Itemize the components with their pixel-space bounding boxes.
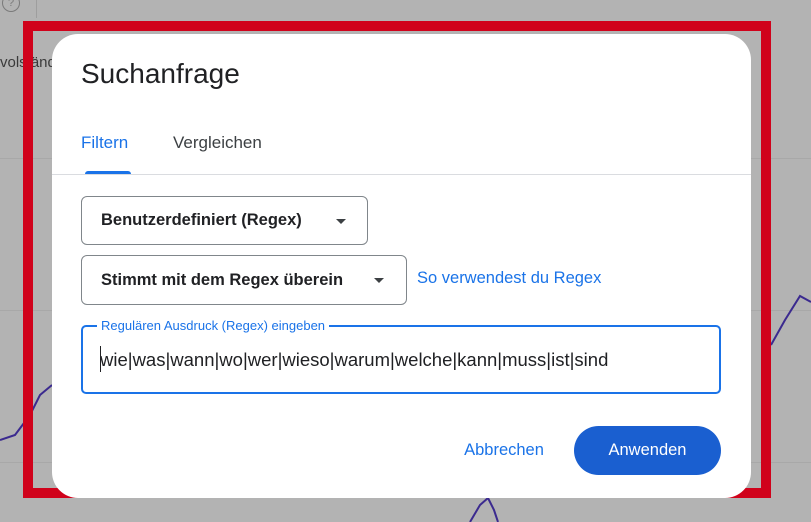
match-type-dropdown[interactable]: Stimmt mit dem Regex überein xyxy=(81,255,407,305)
cancel-button[interactable]: Abbrechen xyxy=(449,430,559,470)
filter-type-value: Benutzerdefiniert (Regex) xyxy=(101,211,302,229)
apply-button[interactable]: Anwenden xyxy=(574,426,721,475)
regex-field[interactable]: Regulären Ausdruck (Regex) eingeben xyxy=(81,318,721,394)
regex-input[interactable] xyxy=(100,345,700,375)
dropdown-arrow-icon xyxy=(374,278,384,283)
background-chart-line-right xyxy=(770,294,811,346)
dialog-title: Suchanfrage xyxy=(81,58,240,89)
dialog-tabs: Filtern Vergleichen xyxy=(52,129,751,175)
regex-field-label: Regulären Ausdruck (Regex) eingeben xyxy=(97,318,330,334)
text-cursor xyxy=(100,346,101,372)
tabs-divider xyxy=(52,174,751,175)
dropdown-arrow-icon xyxy=(336,219,346,224)
match-type-value: Stimmt mit dem Regex überein xyxy=(101,271,344,289)
tab-compare[interactable]: Vergleichen xyxy=(173,129,262,174)
tab-filter[interactable]: Filtern xyxy=(81,129,128,174)
background-chart-line-bottom xyxy=(469,496,499,522)
filter-type-dropdown[interactable]: Benutzerdefiniert (Regex) xyxy=(81,196,368,245)
search-query-dialog: Suchanfrage Filtern Vergleichen Benutzer… xyxy=(52,34,751,498)
regex-help-link[interactable]: So verwendest du Regex xyxy=(417,269,601,288)
